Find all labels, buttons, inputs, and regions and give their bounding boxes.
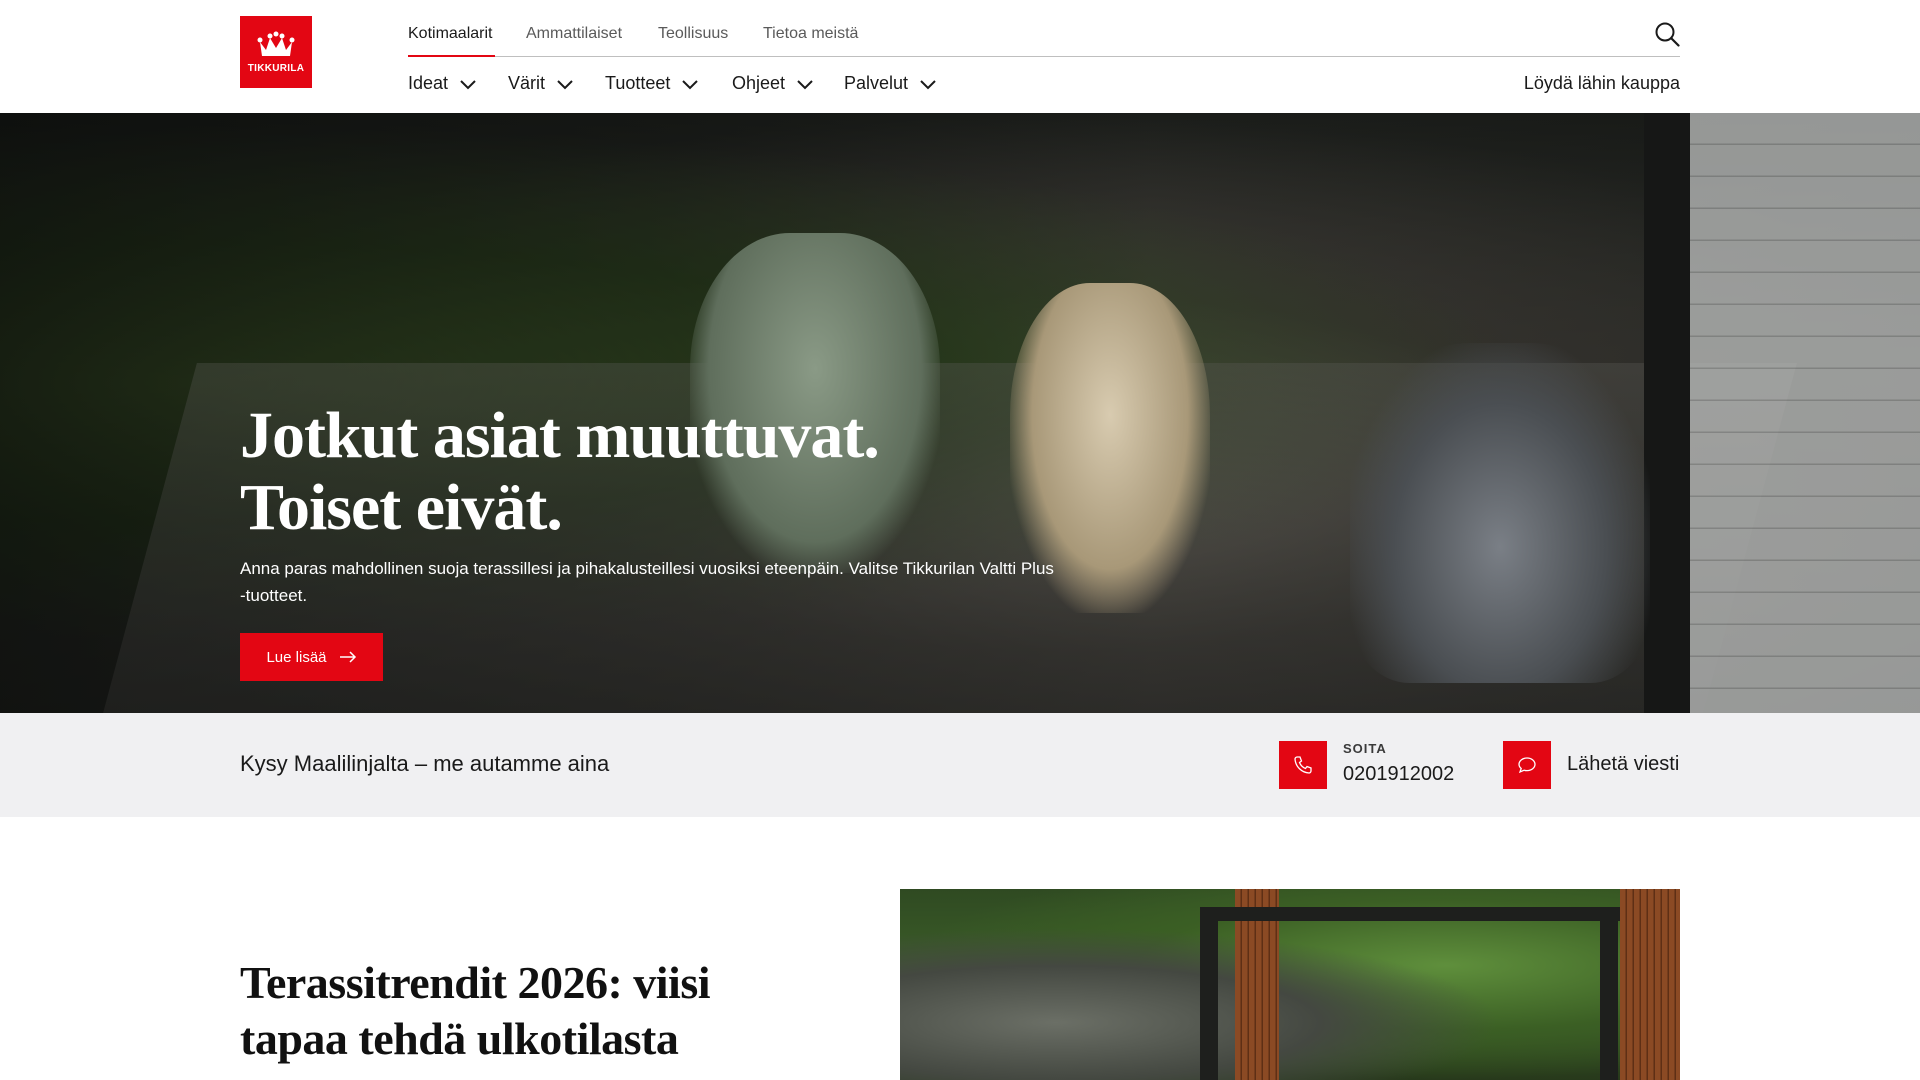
paint-line-help-bar: Kysy Maalilinjalta – me autamme aina SOI…	[0, 713, 1920, 817]
chevron-down-icon	[920, 79, 936, 89]
pergola-post	[1600, 907, 1618, 1080]
mainnav-item-ideat[interactable]: Ideat	[408, 73, 477, 94]
pergola-wood-panel	[1620, 889, 1680, 1080]
call-button[interactable]	[1279, 741, 1327, 789]
active-tab-indicator	[408, 55, 495, 57]
topnav-item-kotimaalarit[interactable]: Kotimaalarit	[408, 25, 492, 43]
mainnav-item-palvelut[interactable]: Palvelut	[844, 73, 937, 94]
mainnav-item-ohjeet[interactable]: Ohjeet	[732, 73, 814, 94]
mainnav-item-tuotteet[interactable]: Tuotteet	[605, 73, 699, 94]
phone-icon	[1294, 756, 1312, 774]
search-icon[interactable]	[1654, 21, 1680, 47]
chevron-down-icon	[682, 79, 699, 89]
topnav-item-ammattilaiset[interactable]: Ammattilaiset	[526, 25, 622, 43]
hero-title-line-1: Jotkut asiat muuttuvat.	[240, 399, 880, 472]
send-message-link[interactable]: Lähetä viesti	[1567, 753, 1679, 776]
chat-bubble-icon	[1518, 757, 1536, 774]
chevron-down-icon	[557, 79, 573, 89]
hero-description: Anna paras mahdollinen suoja terassilles…	[240, 559, 1054, 605]
crown-icon	[257, 31, 295, 56]
chevron-down-icon	[460, 79, 476, 89]
topnav-item-tietoa-meista[interactable]: Tietoa meistä	[763, 25, 858, 43]
hero-title: Jotkut asiat muuttuvat. Toiset eivät.	[240, 399, 880, 544]
mainnav-label: Ideat	[408, 73, 449, 93]
hero-image-plant	[1350, 343, 1650, 683]
pergola-beam	[1200, 907, 1620, 921]
call-label: SOITA	[1343, 741, 1387, 756]
mainnav-label: Ohjeet	[732, 73, 786, 93]
tikkurila-logo[interactable]: TIKKURILA	[240, 16, 312, 88]
hero-image-post	[1644, 113, 1690, 713]
audience-nav: Kotimaalarit Ammattilaiset Teollisuus Ti…	[408, 0, 1680, 57]
mainnav-label: Tuotteet	[605, 73, 671, 93]
call-number-link[interactable]: 0201912002	[1343, 763, 1454, 786]
article-title[interactable]: Terassitrendit 2026: viisi tapaa tehdä u…	[240, 955, 800, 1067]
mainnav-label: Värit	[508, 73, 546, 93]
arrow-right-icon	[339, 651, 356, 663]
logo-text: TIKKURILA	[247, 63, 305, 74]
mainnav-item-varit[interactable]: Värit	[508, 73, 574, 94]
pergola-post	[1200, 907, 1218, 1080]
hero-title-line-2: Toiset eivät.	[240, 471, 563, 544]
read-more-label: Lue lisää	[266, 648, 327, 666]
topnav-item-teollisuus[interactable]: Teollisuus	[658, 25, 728, 43]
read-more-button[interactable]: Lue lisää	[240, 633, 383, 681]
hero-image-house-wall	[1660, 113, 1920, 713]
site-header: TIKKURILA Kotimaalarit Ammattilaiset Teo…	[0, 0, 1920, 113]
hero-banner: Jotkut asiat muuttuvat. Toiset eivät. An…	[0, 113, 1920, 713]
chevron-down-icon	[797, 79, 813, 89]
article-image[interactable]	[900, 889, 1680, 1080]
mainnav-label: Palvelut	[844, 73, 909, 93]
help-bar-title: Kysy Maalilinjalta – me autamme aina	[240, 751, 610, 776]
find-store-link[interactable]: Löydä lähin kauppa	[1524, 73, 1680, 94]
send-message-button[interactable]	[1503, 741, 1551, 789]
